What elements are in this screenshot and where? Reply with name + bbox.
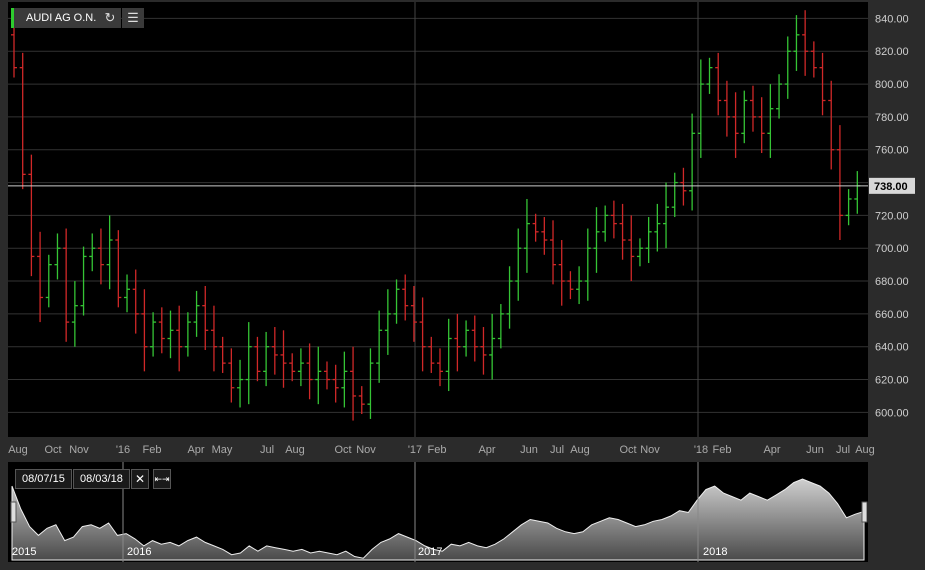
expand-arrows-icon[interactable]: ⇤⇥ bbox=[153, 469, 171, 489]
y-tick-label: 720.00 bbox=[875, 210, 909, 222]
range-handle-left bbox=[10, 501, 17, 523]
x-tick-label: Aug bbox=[8, 444, 28, 456]
x-tick-label: Aug bbox=[570, 444, 590, 456]
last-price-label: 738.00 bbox=[874, 181, 908, 193]
x-tick-label: May bbox=[212, 444, 233, 456]
y-tick-label: 820.00 bbox=[875, 46, 909, 58]
x-tick-label: Jul bbox=[260, 444, 274, 456]
symbol-label: AUDI AG O.N. bbox=[11, 8, 105, 28]
x-tick-label: '17 bbox=[408, 444, 422, 456]
range-from-date[interactable]: 08/07/15 bbox=[15, 469, 72, 489]
x-tick-label: Apr bbox=[187, 444, 204, 456]
x-tick-label: '16 bbox=[116, 444, 130, 456]
y-tick-label: 780.00 bbox=[875, 112, 909, 124]
plot-area bbox=[8, 2, 868, 437]
y-tick-label: 760.00 bbox=[875, 145, 909, 157]
y-tick-label: 620.00 bbox=[875, 375, 909, 387]
price-chart[interactable]: 600.00 620.00 640.00 660.00 680.00 700.00 720.… bbox=[0, 0, 925, 462]
close-icon[interactable]: ✕ bbox=[131, 469, 149, 489]
refresh-icon[interactable]: ↻ bbox=[99, 8, 121, 28]
x-tick-label: Nov bbox=[356, 444, 376, 456]
navigator-year-label: 2017 bbox=[418, 546, 442, 558]
navigator-year-label: 2015 bbox=[12, 546, 36, 558]
range-handle-right bbox=[861, 501, 868, 523]
x-tick-label: Jul bbox=[550, 444, 564, 456]
x-tick-label: Oct bbox=[44, 444, 61, 456]
x-tick-label: Nov bbox=[69, 444, 89, 456]
range-to-date[interactable]: 08/03/18 bbox=[73, 469, 130, 489]
x-tick-label: Oct bbox=[334, 444, 351, 456]
x-tick-label: '18 bbox=[694, 444, 708, 456]
x-tick-label: Aug bbox=[855, 444, 875, 456]
x-tick-label: Feb bbox=[143, 444, 162, 456]
y-tick-label: 680.00 bbox=[875, 276, 909, 288]
x-tick-label: Feb bbox=[713, 444, 732, 456]
x-tick-label: Oct bbox=[619, 444, 636, 456]
x-tick-label: Jul bbox=[836, 444, 850, 456]
x-tick-label: Apr bbox=[763, 444, 780, 456]
x-tick-label: Feb bbox=[428, 444, 447, 456]
navigator-year-label: 2016 bbox=[127, 546, 151, 558]
y-tick-label: 840.00 bbox=[875, 13, 909, 25]
y-tick-label: 700.00 bbox=[875, 243, 909, 255]
x-tick-label: Jun bbox=[806, 444, 824, 456]
y-tick-label: 660.00 bbox=[875, 309, 909, 321]
navigator-year-label: 2018 bbox=[703, 546, 727, 558]
y-tick-label: 800.00 bbox=[875, 79, 909, 91]
y-tick-label: 600.00 bbox=[875, 407, 909, 419]
chart-settings-icon[interactable]: ☰ bbox=[122, 8, 144, 28]
x-tick-label: Apr bbox=[478, 444, 495, 456]
x-tick-label: Nov bbox=[640, 444, 660, 456]
x-tick-label: Jun bbox=[520, 444, 538, 456]
y-tick-label: 640.00 bbox=[875, 342, 909, 354]
x-tick-label: Aug bbox=[285, 444, 305, 456]
